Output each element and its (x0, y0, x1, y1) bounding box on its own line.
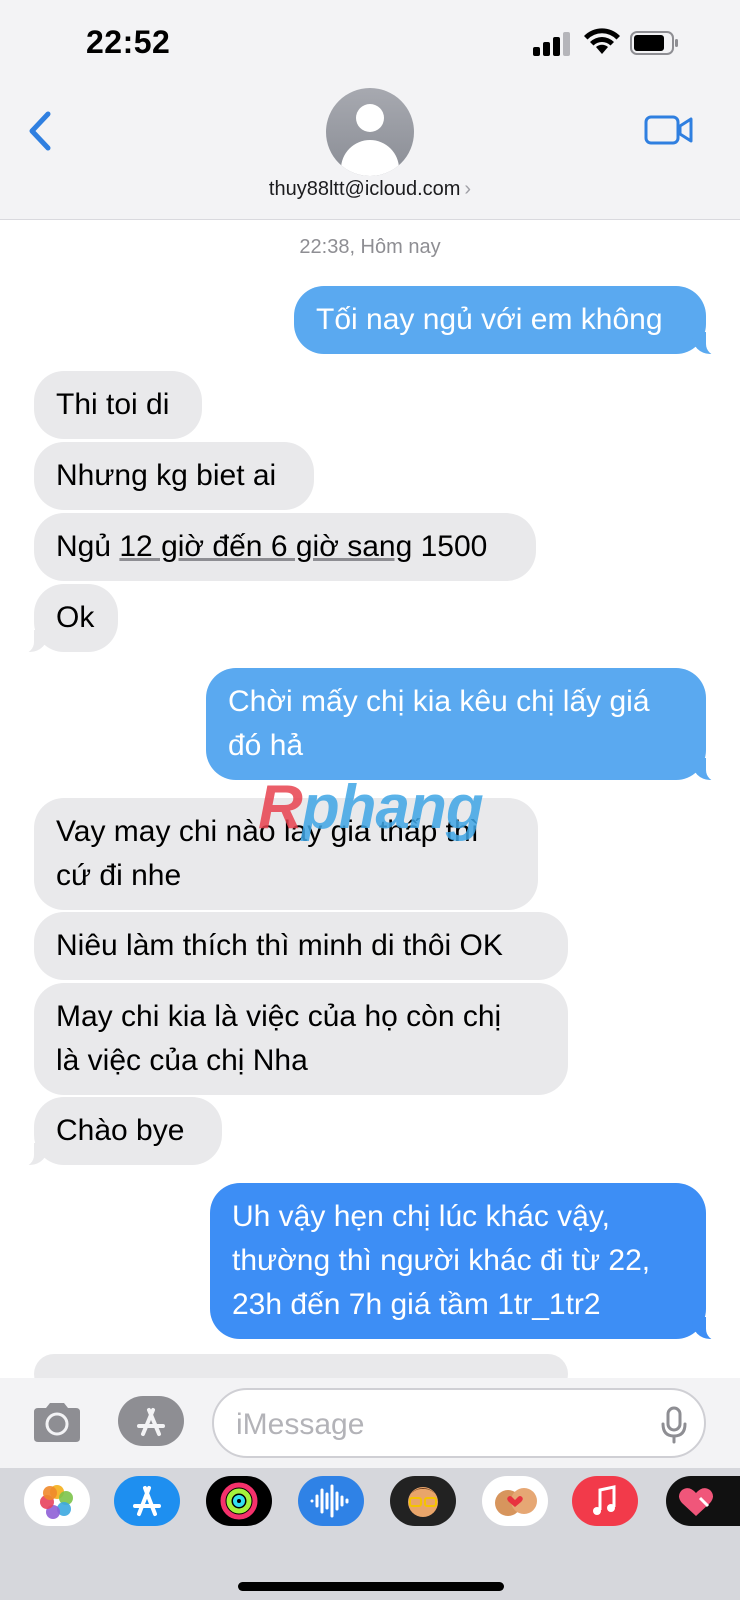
message-bubble-incoming[interactable]: Ngủ 12 giờ đến 6 giờ sang 1500 (34, 513, 536, 581)
message-bubble-incoming[interactable]: Nhưng kg biet ai (34, 442, 314, 510)
activity-app-button[interactable] (206, 1476, 272, 1526)
contact-name[interactable]: thuy88ltt@icloud.com › (0, 178, 740, 201)
app-store-app-button[interactable] (114, 1476, 180, 1526)
message-text-line: thường thì người khác đi từ 22, (232, 1244, 651, 1277)
imessage-placeholder: iMessage (236, 1408, 365, 1441)
message-bubble-incoming[interactable]: Ok (22, 584, 118, 654)
avatar-body (341, 140, 399, 176)
heart-sticker-icon (679, 1488, 713, 1516)
home-indicator[interactable] (238, 1582, 504, 1591)
music-app-button[interactable] (572, 1476, 638, 1526)
chevron-right-icon: › (464, 178, 472, 200)
message-text-line: Uh vậy hẹn chị lúc khác vậy, (232, 1200, 610, 1233)
imessage-app-strip (0, 1468, 740, 1600)
imessage-input[interactable]: iMessage (212, 1388, 706, 1458)
message-text-line: Chời mấy chị kia kêu chị lấy giá (228, 685, 650, 718)
heart-sticker-app-button[interactable] (666, 1476, 740, 1526)
message-bubble-incoming[interactable]: Niêu làm thích thì minh di thôi OK (34, 912, 568, 980)
message-text-line: May chi kia là việc của họ còn chị (56, 1000, 502, 1033)
message-text: Tối nay ngủ với em không (316, 303, 663, 336)
message-composer: iMessage (0, 1378, 740, 1468)
activity-icon (220, 1482, 258, 1520)
message-bubble-outgoing[interactable]: Tối nay ngủ với em không (294, 286, 718, 356)
message-bubble-incoming[interactable]: Thi toi di (34, 371, 202, 439)
message-bubble-outgoing[interactable]: Uh vậy hẹn chị lúc khác vậy, thường thì … (210, 1183, 718, 1341)
app-store-icon (137, 1408, 165, 1436)
music-icon (593, 1485, 616, 1515)
conversation-header: thuy88ltt@icloud.com › (0, 88, 740, 220)
message-text-line: 23h đến 7h giá tầm 1tr_1tr2 (232, 1288, 601, 1321)
watermark-logo: Rphang (258, 773, 484, 842)
status-time: 22:52 (86, 24, 171, 60)
conversation-timestamp: 22:38, Hôm nay (299, 236, 441, 258)
message-text: Ok (56, 601, 95, 634)
memoji-app-button[interactable] (390, 1476, 456, 1526)
detected-time-link[interactable]: 12 giờ đến 6 giờ sang (119, 530, 412, 563)
memoji-stickers-icon (495, 1488, 537, 1516)
app-store-button[interactable] (118, 1396, 184, 1446)
facetime-video-icon[interactable] (644, 110, 694, 150)
photos-app-button[interactable] (24, 1476, 90, 1526)
message-bubble-incoming[interactable]: May chi kia là việc của họ còn chị là vi… (34, 983, 568, 1095)
back-button[interactable] (22, 106, 62, 156)
message-bubble-incoming[interactable]: Chào bye (22, 1097, 222, 1167)
microphone-icon[interactable] (660, 1406, 688, 1444)
message-text: Niêu làm thích thì minh di thôi OK (56, 929, 503, 962)
contact-address: thuy88ltt@icloud.com (268, 178, 461, 200)
voice-memo-app-button[interactable] (298, 1476, 364, 1526)
battery-icon (630, 31, 678, 55)
message-text: Ngủ 12 giờ đến 6 giờ sang 1500 (56, 530, 488, 563)
memoji-icon (408, 1487, 438, 1517)
photos-icon (40, 1485, 73, 1519)
message-text-line: cứ đi nhe (56, 859, 182, 892)
app-store-icon (133, 1486, 161, 1516)
status-bar: 22:52 (0, 0, 740, 88)
voice-memo-icon (310, 1484, 349, 1518)
message-text: Chào bye (56, 1114, 185, 1147)
contact-avatar[interactable] (326, 88, 414, 176)
cellular-signal-icon (533, 32, 573, 56)
wifi-icon (584, 28, 620, 54)
message-text: Thi toi di (56, 388, 170, 421)
message-bubble-outgoing[interactable]: Chời mấy chị kia kêu chị lấy giá đó hả (206, 668, 718, 782)
message-text-line: là việc của chị Nha (56, 1044, 308, 1077)
message-text: Nhưng kg biet ai (56, 459, 277, 492)
memoji-stickers-app-button[interactable] (482, 1476, 548, 1526)
camera-icon[interactable] (30, 1400, 84, 1444)
avatar-head (356, 104, 384, 132)
message-text-line: đó hả (228, 729, 304, 762)
